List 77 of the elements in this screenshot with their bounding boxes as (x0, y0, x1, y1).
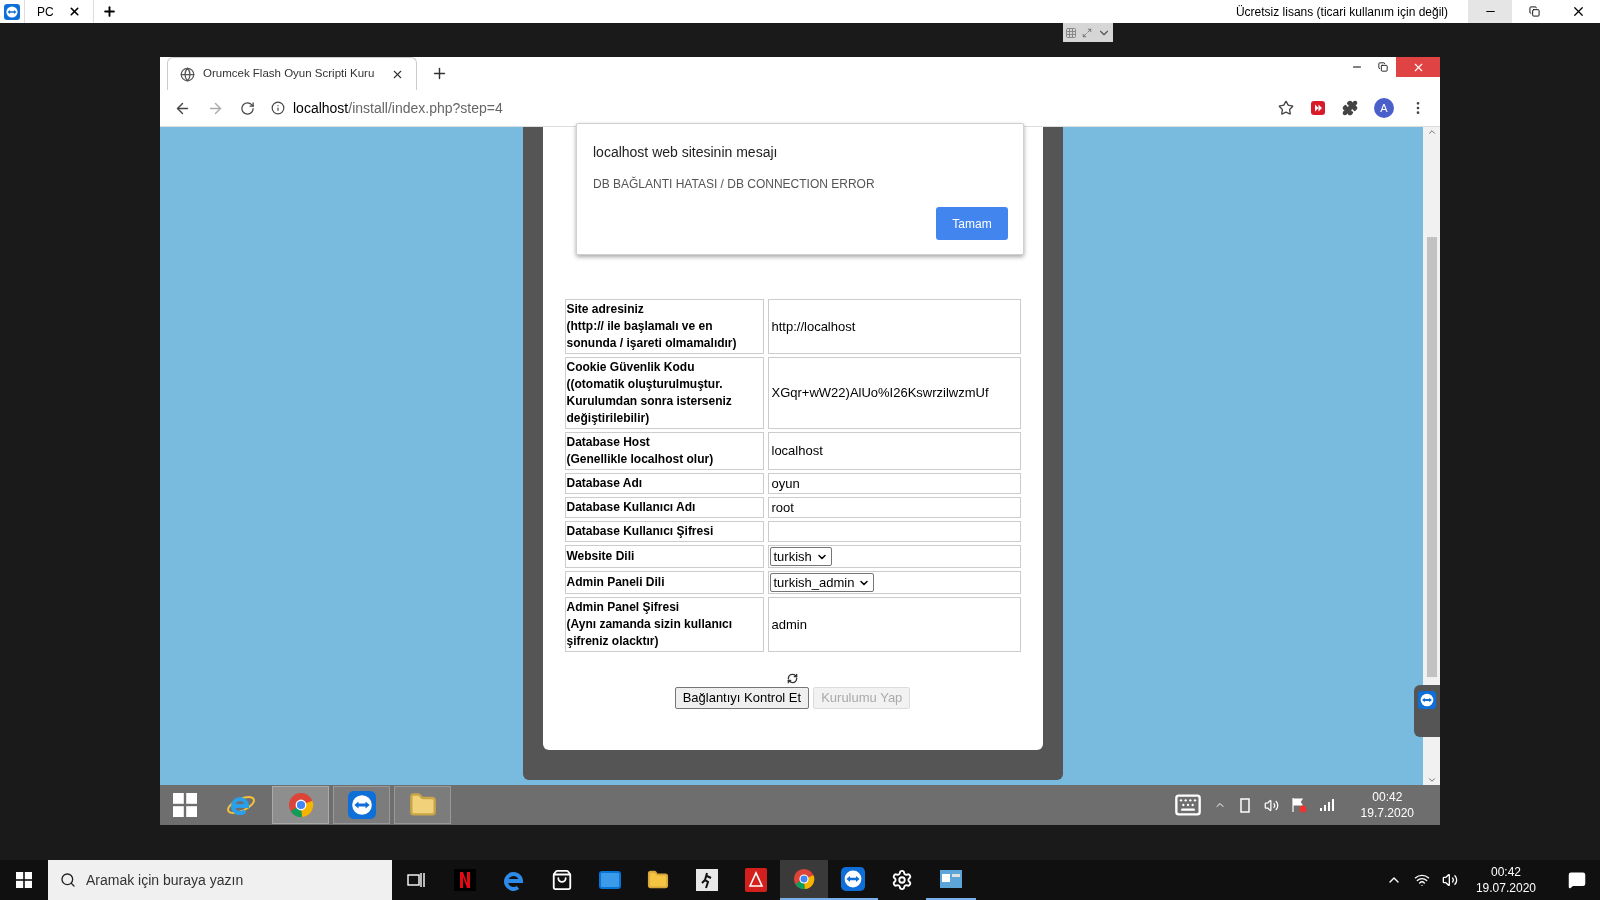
scrollbar[interactable] (1423, 127, 1440, 785)
profile-avatar[interactable]: A (1374, 98, 1394, 118)
running-figure-app-icon[interactable] (696, 869, 718, 891)
battery-icon[interactable] (1237, 797, 1252, 813)
add-tab-icon[interactable] (101, 4, 117, 19)
browser-e-icon[interactable] (503, 869, 525, 891)
refresh-icon (787, 673, 798, 684)
flag-error-icon[interactable] (1290, 797, 1307, 813)
language-dropdown[interactable]: turkish_admin (769, 573, 875, 592)
info-icon (271, 101, 285, 115)
extensions-icon[interactable] (1342, 100, 1358, 116)
alert-title: localhost web sitesinin mesajı (593, 143, 779, 162)
double-arrow-app-icon[interactable] (1418, 691, 1436, 709)
fast-forward-extension-icon[interactable] (1310, 100, 1326, 116)
store-bag-icon[interactable] (551, 869, 573, 891)
side-handle[interactable] (1414, 685, 1440, 737)
session-tab[interactable]: PC (24, 0, 94, 23)
task-view-icon[interactable] (407, 872, 425, 888)
taskbar-button[interactable] (333, 786, 390, 824)
fullscreen-icon (1082, 27, 1092, 38)
language-dropdown[interactable]: turkish (769, 547, 832, 566)
alert-message: DB BAĞLANTI HATASI / DB CONNECTION ERROR (593, 175, 876, 193)
license-notice: Ücretsiz lisans (ticari kullanım için değil) (1235, 3, 1448, 21)
browser-tab[interactable]: Orumcek Flash Oyun Scripti Kuru (167, 57, 417, 90)
text-field[interactable] (767, 521, 1021, 542)
url-field[interactable]: localhost/install/index.php?step=4 (271, 97, 1262, 119)
text-field[interactable]: XGqr+wW22)AlUo%I26KswrzilwzmUf (767, 357, 1021, 429)
text-field[interactable]: http://localhost (767, 299, 1021, 354)
round-browser-icon[interactable] (793, 868, 815, 890)
close-icon[interactable] (67, 5, 81, 18)
text-field[interactable]: localhost (767, 432, 1021, 470)
text-field[interactable]: root (767, 497, 1021, 518)
field-label: Database Adı (564, 473, 764, 494)
signal-icon[interactable] (1318, 799, 1335, 811)
form-button[interactable]: Bağlantıyı Kontrol Et (674, 687, 810, 709)
new-tab-icon[interactable] (431, 65, 448, 82)
taskbar-button[interactable] (394, 786, 451, 824)
remote-toolbar[interactable] (1063, 23, 1113, 42)
restore-icon (1378, 62, 1388, 72)
clock-date: 19.7.2020 (1360, 805, 1414, 821)
globe-icon (180, 66, 195, 82)
double-arrow-app-icon[interactable] (841, 867, 865, 891)
field-label: Cookie Güvenlik Kodu ((otomatik oluşturulmuştur. Kurulumdan sonra isterseniz değiştirilebilir) (564, 357, 764, 429)
search-icon (60, 872, 76, 888)
ok-button[interactable]: Tamam (936, 207, 1008, 240)
start-icon[interactable] (16, 872, 32, 888)
clock-date: 19.07.2020 (1475, 880, 1536, 896)
field-label: Website Dili (564, 545, 764, 568)
window-app-icon[interactable] (940, 870, 962, 888)
field-label: Database Host (Genellikle localhost olur) (564, 432, 764, 470)
field-label: Database Kullanıcı Şifresi (564, 521, 764, 542)
grid-icon (1065, 26, 1078, 39)
search-field[interactable]: Aramak için buraya yazın (48, 860, 392, 900)
scrollbar-thumb[interactable] (1426, 237, 1437, 677)
folder-icon[interactable] (647, 869, 669, 891)
folder-icon (408, 791, 437, 819)
text-field[interactable]: admin (767, 597, 1021, 652)
clock-time: 00:42 (1372, 789, 1403, 805)
pdf-reader-app-icon[interactable] (745, 868, 767, 892)
star-icon[interactable] (1278, 100, 1294, 116)
field-label: Admin Paneli Dili (564, 571, 764, 594)
clock-time: 00:42 (1490, 864, 1521, 880)
round-browser-icon[interactable] (287, 792, 314, 818)
settings-icon[interactable] (891, 869, 913, 891)
field-label: Site adresiniz (http:// ile başlamalı ve en sonunda / işareti olmamalıdır) (564, 299, 764, 354)
volume-icon[interactable] (1441, 872, 1458, 888)
field-label: Admin Panel Şifresi (Aynı zamanda sizin kullanıcı şifreniz olacktır) (564, 597, 764, 652)
scroll-up-icon[interactable] (1426, 127, 1437, 137)
restore-icon (1528, 6, 1540, 17)
text-field[interactable]: oyun (767, 473, 1021, 494)
field-label: Database Kullanıcı Adı (564, 497, 764, 518)
notification-icon[interactable] (1568, 871, 1586, 889)
reload-icon[interactable] (240, 100, 255, 116)
scroll-down-icon[interactable] (1426, 775, 1437, 785)
wifi-icon[interactable] (1413, 872, 1430, 888)
start-icon[interactable] (173, 793, 197, 817)
letter-n-app-icon[interactable] (454, 869, 476, 891)
